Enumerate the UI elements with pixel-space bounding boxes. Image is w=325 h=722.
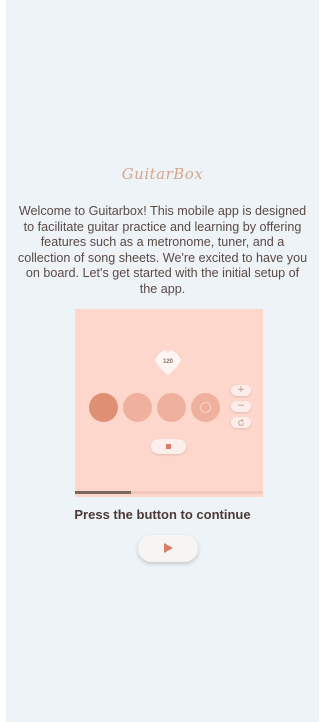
app-logo: GuitarBox [121,165,204,183]
bpm-value: 120 [162,359,173,365]
circle-icon [200,402,211,413]
play-icon [164,543,173,553]
continue-caption: Press the button to continue [74,507,251,522]
refresh-icon [238,418,244,426]
play-button[interactable] [138,535,198,562]
beat-indicator-1 [89,393,118,422]
video-progress-fill [75,491,132,494]
beat-indicator-3 [157,393,186,422]
beat-indicator-2 [123,393,152,422]
tempo-reset-button [231,417,251,428]
tempo-minus-button: − [231,401,251,412]
stop-icon [166,444,171,449]
welcome-text: Welcome to Guitarbox! This mobile app is… [17,204,308,296]
metronome-preview: 120 + − [75,309,263,497]
beat-indicator-4 [191,393,220,422]
stop-button [151,439,186,454]
video-progress-track [75,491,263,494]
tempo-plus-button: + [231,385,251,396]
onboarding-screen: GuitarBox Welcome to Guitarbox! This mob… [6,0,319,722]
